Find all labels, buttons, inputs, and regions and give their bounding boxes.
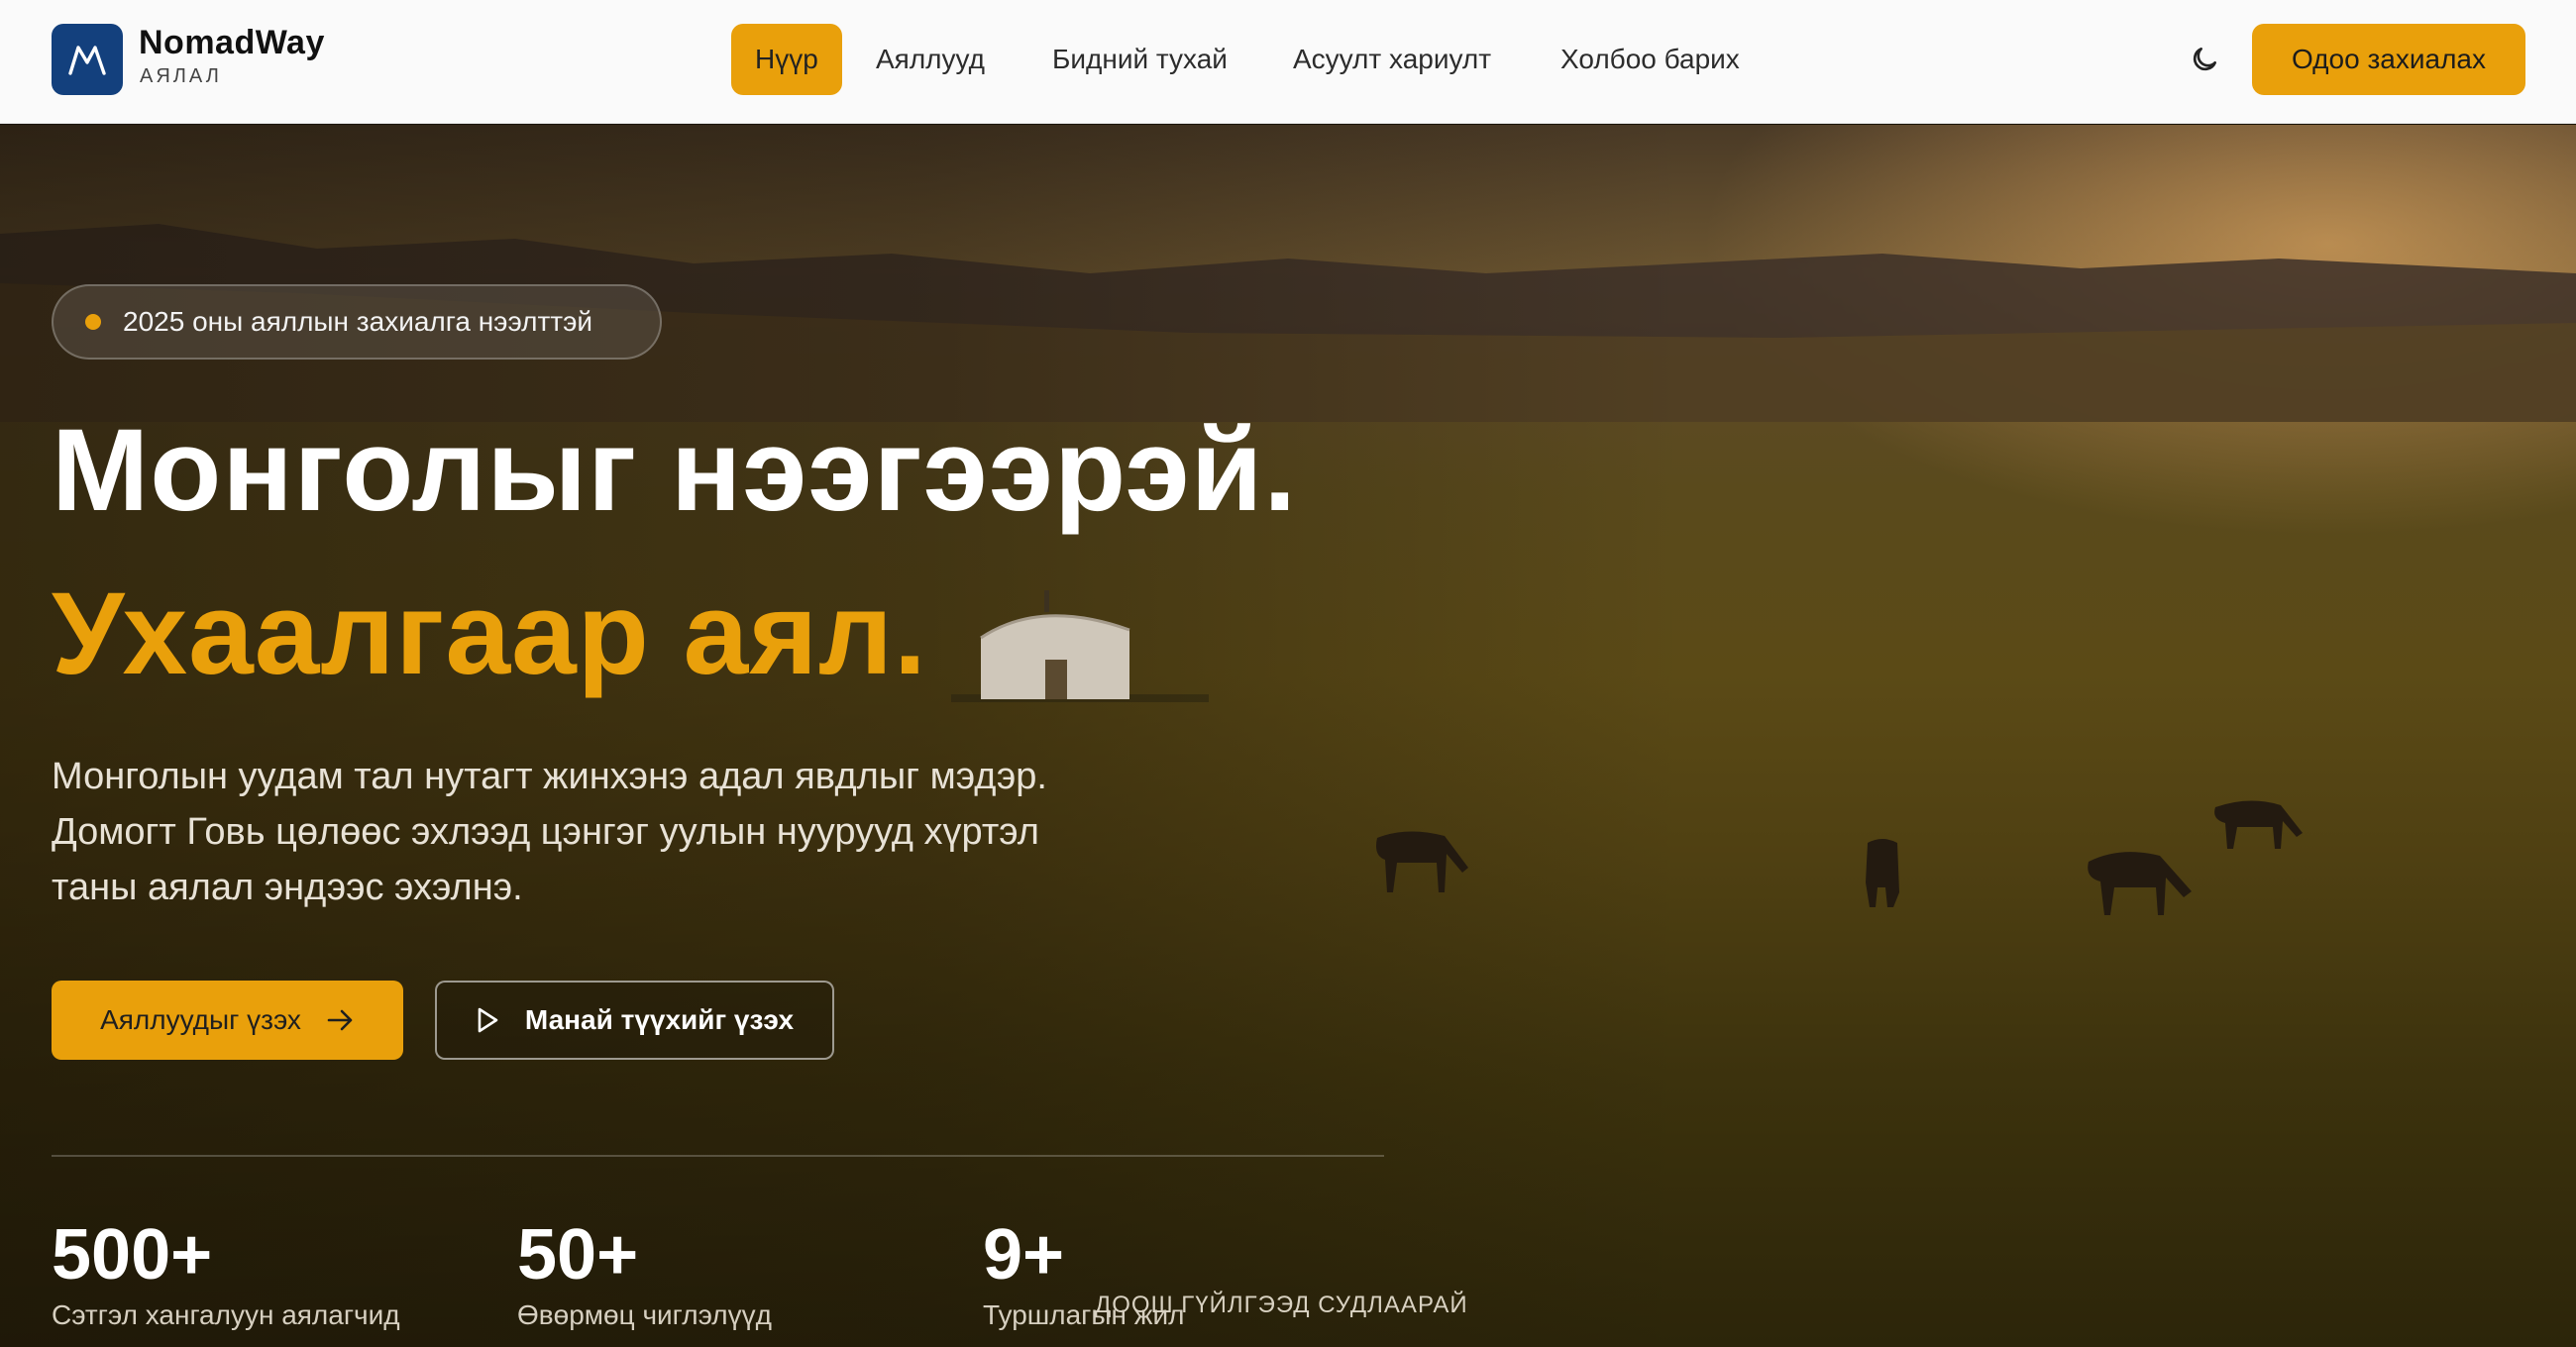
nav-item-about[interactable]: Бидний тухай xyxy=(1052,24,1228,95)
yurt-image xyxy=(951,590,1209,702)
stat-travelers-label: Сэтгэл хангалуун аялагчид xyxy=(52,1299,400,1330)
booking-open-badge: 2025 оны аяллын захиалга нээлттэй xyxy=(52,284,662,360)
nav-item-contact[interactable]: Холбоо барих xyxy=(1560,24,1740,95)
stat-years-value: 9+ xyxy=(983,1215,1065,1295)
hero-section: 2025 оны аяллын захиалга нээлттэй Монгол… xyxy=(0,125,2576,1347)
brand-name[interactable]: NomadWay xyxy=(139,24,325,62)
horse-image xyxy=(1376,831,1468,892)
badge-text: 2025 оны аяллын захиалга нээлттэй xyxy=(123,306,593,337)
scroll-down-hint[interactable]: ДООШ ГҮЙЛГЭЭД СУДЛААРАЙ xyxy=(1095,1292,1468,1319)
hero-headline-primary: Монголыг нээгээрэй. xyxy=(52,405,1298,536)
horse-image xyxy=(2214,800,2303,849)
view-tours-button[interactable]: Аяллуудыг үзэх xyxy=(52,981,403,1060)
view-tours-label: Аяллуудыг үзэх xyxy=(100,1004,301,1035)
top-navigation: NomadWay АЯЛАЛ Нүүр Аяллууд Бидний тухай… xyxy=(0,0,2576,124)
arrow-right-icon xyxy=(327,1009,353,1031)
theme-toggle-moon-icon[interactable] xyxy=(2185,40,2224,79)
hero-description: Монголын уудам тал нутагт жинхэнэ адал я… xyxy=(52,756,1047,908)
brand-subtitle: АЯЛАЛ xyxy=(140,65,222,87)
nav-item-faq[interactable]: Асуулт хариулт xyxy=(1293,24,1491,95)
horse-image xyxy=(2088,852,2192,915)
watch-story-button[interactable]: Манай түүхийг үзэх xyxy=(435,981,834,1060)
watch-story-label: Манай түүхийг үзэх xyxy=(524,1004,795,1035)
status-dot-icon xyxy=(85,314,101,330)
play-icon xyxy=(478,1007,498,1033)
nav-item-tours[interactable]: Аяллууд xyxy=(876,24,985,95)
book-now-button[interactable]: Одоо захиалах xyxy=(2252,24,2525,95)
stats-divider xyxy=(52,1155,1384,1157)
stat-destinations-value: 50+ xyxy=(517,1215,639,1295)
hero-headline-accent: Ухаалгаар аял. xyxy=(52,569,927,699)
stat-destinations-label: Өвөрмөц чиглэлүүд xyxy=(517,1299,772,1330)
horse-image xyxy=(1866,839,1899,907)
logo-icon[interactable] xyxy=(52,24,123,95)
stat-travelers-value: 500+ xyxy=(52,1215,213,1295)
nav-item-home[interactable]: Нүүр xyxy=(731,24,842,95)
